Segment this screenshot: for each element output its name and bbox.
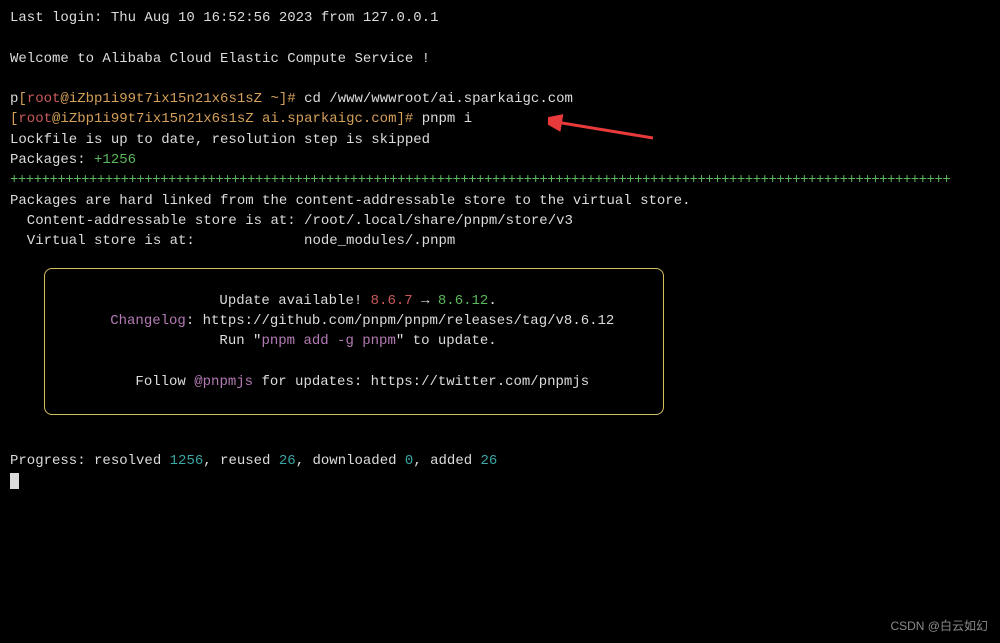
follow-mid: for updates: [253,374,371,390]
changelog-label: Changelog [110,313,186,329]
lockfile-line: Lockfile is up to date, resolution step … [10,130,990,150]
progress-resolved: 1256 [170,453,204,469]
hardlink-line: Packages are hard linked from the conten… [10,191,990,211]
update-notice-box: Update available! 8.6.7 → 8.6.12. Change… [44,268,664,415]
blank [10,431,990,451]
progress-bar: ++++++++++++++++++++++++++++++++++++++++… [10,170,990,190]
prompt-user: root [18,111,52,127]
progress-reused: 26 [279,453,296,469]
prompt-path: ~ [262,91,279,107]
cursor-line[interactable] [10,472,990,492]
progress-added: 26 [481,453,498,469]
reused-label: , reused [203,453,279,469]
prompt-bracket: ]# [396,111,413,127]
blank [10,28,990,48]
packages-count: +1256 [86,152,136,168]
virtual-store-line: Virtual store is at: node_modules/.pnpm [10,231,990,251]
sep: : [186,313,203,329]
changelog-line: Changelog: https://github.com/pnpm/pnpm/… [85,311,623,331]
welcome-line: Welcome to Alibaba Cloud Elastic Compute… [10,49,990,69]
prompt-at: @ [60,91,68,107]
prompt-host: iZbp1i99t7ix15n21x6s1sZ [60,111,253,127]
arrow-text: → [413,293,438,309]
command[interactable]: cd /www/wwwroot/ai.sparkaigc.com [296,91,573,107]
prompt-user: root [27,91,61,107]
prompt-host: iZbp1i99t7ix15n21x6s1sZ [69,91,262,107]
prompt-bracket: [ [18,91,26,107]
command[interactable]: pnpm i [413,111,472,127]
shell-prompt-1: p[root@iZbp1i99t7ix15n21x6s1sZ ~]# cd /w… [10,89,990,109]
follow-handle: @pnpmjs [194,374,253,390]
run-cmd: pnpm add -g pnpm [261,333,395,349]
blank [85,351,623,371]
run-line: Run "pnpm add -g pnpm" to update. [85,331,623,351]
update-available-line: Update available! 8.6.7 → 8.6.12. [85,291,623,311]
run-suffix: " to update. [396,333,497,349]
login-line: Last login: Thu Aug 10 16:52:56 2023 fro… [10,8,990,28]
watermark: CSDN @白云如幻 [890,618,988,635]
old-version: 8.6.7 [371,293,413,309]
blank [10,69,990,89]
terminal-cursor[interactable] [10,473,19,489]
packages-label: Packages: [10,152,86,168]
shell-prompt-2: [root@iZbp1i99t7ix15n21x6s1sZ ai.sparkai… [10,109,990,129]
dot: . [488,293,496,309]
update-label: Update available! [219,293,370,309]
progress-label: Progress: resolved [10,453,170,469]
prompt-bracket: ]# [279,91,296,107]
follow-line: Follow @pnpmjs for updates: https://twit… [85,372,623,392]
downloaded-label: , downloaded [296,453,405,469]
progress-line: Progress: resolved 1256, reused 26, down… [10,451,990,471]
run-prefix: Run " [219,333,261,349]
new-version: 8.6.12 [438,293,488,309]
added-label: , added [413,453,480,469]
prompt-path: ai.sparkaigc.com [254,111,397,127]
follow-prefix: Follow [135,374,194,390]
packages-line: Packages: +1256 [10,150,990,170]
changelog-url: https://github.com/pnpm/pnpm/releases/ta… [203,313,615,329]
cas-line: Content-addressable store is at: /root/.… [10,211,990,231]
follow-url: https://twitter.com/pnpmjs [371,374,589,390]
